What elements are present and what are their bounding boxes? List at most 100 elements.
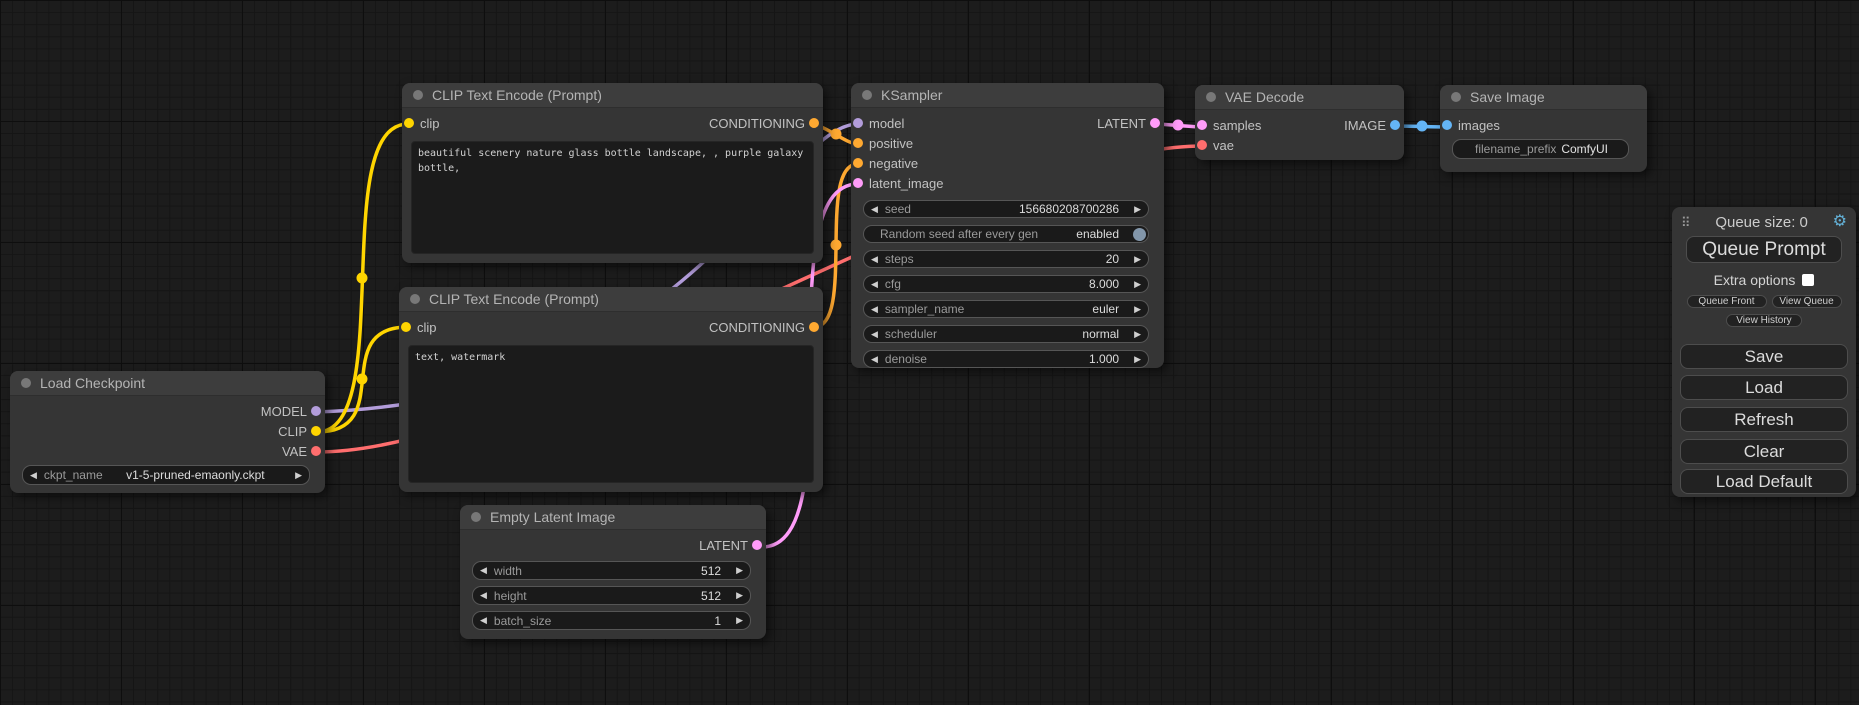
node-clip-text-encode-positive[interactable]: CLIP Text Encode (Prompt) clip CONDITION… [402,83,823,263]
ckpt-name-widget[interactable]: ◀ ckpt_name v1-5-pruned-emaonly.ckpt ▶ [22,465,310,485]
decrement-icon[interactable]: ◀ [864,255,885,264]
sampler-name-widget[interactable]: ◀ sampler_name euler ▶ [863,300,1149,318]
decrement-icon[interactable]: ◀ [473,616,494,625]
queue-panel: ⠿ Queue size: 0 ⚙ Queue Prompt Extra opt… [1672,207,1856,497]
queue-prompt-button[interactable]: Queue Prompt [1686,236,1842,263]
node-load-checkpoint[interactable]: Load Checkpoint MODEL CLIP VAE ◀ ckpt_na… [10,371,325,493]
collapse-dot-icon[interactable] [862,90,872,100]
positive-prompt-textarea[interactable]: beautiful scenery nature glass bottle la… [411,141,814,254]
input-slot-model[interactable] [853,118,863,128]
extra-options-checkbox[interactable] [1802,274,1814,286]
height-widget[interactable]: ◀ height 512 ▶ [472,586,751,605]
collapse-dot-icon[interactable] [21,378,31,388]
filename-prefix-widget[interactable]: filename_prefix ComfyUI [1452,139,1629,159]
load-button[interactable]: Load [1680,375,1848,400]
node-title-bar[interactable]: CLIP Text Encode (Prompt) [402,83,823,108]
batch-size-widget[interactable]: ◀ batch_size 1 ▶ [472,611,751,630]
decrement-icon[interactable]: ◀ [864,280,885,289]
node-title-bar[interactable]: CLIP Text Encode (Prompt) [399,287,823,312]
collapse-dot-icon[interactable] [471,512,481,522]
output-slot-model[interactable] [311,406,321,416]
output-slot-conditioning[interactable] [809,322,819,332]
slot-row: latent_image [851,173,1164,193]
input-slot-images[interactable] [1442,120,1452,130]
slot-label-positive: positive [869,136,913,151]
seed-widget[interactable]: ◀ seed 156680208700286 ▶ [863,200,1149,218]
increment-icon[interactable]: ▶ [1127,355,1148,364]
scheduler-widget[interactable]: ◀ scheduler normal ▶ [863,325,1149,343]
increment-icon[interactable]: ▶ [1127,330,1148,339]
gear-icon[interactable]: ⚙ [1833,214,1847,230]
increment-icon[interactable]: ▶ [1127,255,1148,264]
decrement-icon[interactable]: ◀ [864,205,885,214]
collapse-dot-icon[interactable] [410,294,420,304]
drag-handle-icon[interactable]: ⠿ [1681,216,1691,229]
decrement-icon[interactable]: ◀ [473,566,494,575]
output-slot-latent[interactable] [752,540,762,550]
node-ksampler[interactable]: KSampler model LATENT positive negative … [851,83,1164,368]
increment-icon[interactable]: ▶ [1127,280,1148,289]
increment-icon[interactable]: ▶ [729,616,750,625]
node-empty-latent-image[interactable]: Empty Latent Image LATENT ◀ width 512 ▶ … [460,505,766,639]
node-title-bar[interactable]: VAE Decode [1195,85,1404,110]
load-default-button[interactable]: Load Default [1680,469,1848,494]
slot-row: MODEL [10,401,325,421]
slot-label-conditioning: CONDITIONING [709,320,805,335]
increment-icon[interactable]: ▶ [1127,205,1148,214]
input-slot-samples[interactable] [1197,120,1207,130]
slot-label-model: MODEL [261,404,307,419]
increment-icon[interactable]: ▶ [729,566,750,575]
node-title-bar[interactable]: KSampler [851,83,1164,108]
toggle-on-icon[interactable] [1133,228,1146,241]
collapse-dot-icon[interactable] [413,90,423,100]
decrement-icon[interactable]: ◀ [864,305,885,314]
view-queue-button[interactable]: View Queue [1772,295,1842,308]
node-save-image[interactable]: Save Image images filename_prefix ComfyU… [1440,85,1647,172]
output-slot-conditioning[interactable] [809,118,819,128]
decrement-icon[interactable]: ◀ [23,471,44,480]
input-slot-clip[interactable] [401,322,411,332]
slot-row: LATENT [460,535,766,555]
output-slot-clip[interactable] [311,426,321,436]
increment-icon[interactable]: ▶ [288,471,309,480]
node-clip-text-encode-negative[interactable]: CLIP Text Encode (Prompt) clip CONDITION… [399,287,823,492]
random-seed-toggle-widget[interactable]: Random seed after every gen enabled [863,225,1149,243]
output-slot-image[interactable] [1390,120,1400,130]
node-title-bar[interactable]: Load Checkpoint [10,371,325,396]
node-canvas[interactable]: Load Checkpoint MODEL CLIP VAE ◀ ckpt_na… [0,0,1859,705]
steps-widget[interactable]: ◀ steps 20 ▶ [863,250,1149,268]
cfg-widget[interactable]: ◀ cfg 8.000 ▶ [863,275,1149,293]
save-button[interactable]: Save [1680,344,1848,369]
width-widget[interactable]: ◀ width 512 ▶ [472,561,751,580]
input-slot-clip[interactable] [404,118,414,128]
refresh-button[interactable]: Refresh [1680,407,1848,432]
widget-value: 20 [914,252,1127,266]
widget-label: seed [885,202,911,216]
slot-label-model: model [869,116,904,131]
increment-icon[interactable]: ▶ [1127,305,1148,314]
denoise-widget[interactable]: ◀ denoise 1.000 ▶ [863,350,1149,368]
input-slot-negative[interactable] [853,158,863,168]
queue-panel-header: ⠿ Queue size: 0 ⚙ [1672,213,1856,231]
node-title-bar[interactable]: Empty Latent Image [460,505,766,530]
input-slot-latent-image[interactable] [853,178,863,188]
negative-prompt-textarea[interactable]: text, watermark [408,345,814,483]
increment-icon[interactable]: ▶ [729,591,750,600]
widget-value: 1.000 [927,352,1127,366]
slot-label-latent-image: latent_image [869,176,943,191]
collapse-dot-icon[interactable] [1451,92,1461,102]
collapse-dot-icon[interactable] [1206,92,1216,102]
node-vae-decode[interactable]: VAE Decode samples IMAGE vae [1195,85,1404,160]
view-history-button[interactable]: View History [1726,314,1802,327]
decrement-icon[interactable]: ◀ [473,591,494,600]
output-slot-vae[interactable] [311,446,321,456]
decrement-icon[interactable]: ◀ [864,355,885,364]
slot-row: CLIP [10,421,325,441]
decrement-icon[interactable]: ◀ [864,330,885,339]
output-slot-latent[interactable] [1150,118,1160,128]
input-slot-vae[interactable] [1197,140,1207,150]
node-title-bar[interactable]: Save Image [1440,85,1647,110]
input-slot-positive[interactable] [853,138,863,148]
clear-button[interactable]: Clear [1680,439,1848,464]
queue-front-button[interactable]: Queue Front [1687,295,1767,308]
